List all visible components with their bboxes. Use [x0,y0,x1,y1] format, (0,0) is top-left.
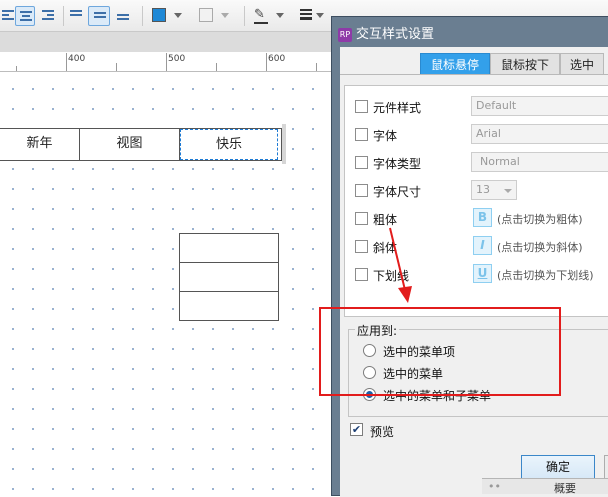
ok-button[interactable]: 确定 [521,455,595,480]
font-checkbox[interactable] [355,128,368,141]
style-properties-panel: 元件样式 Default 字体 Arial 字体类型 Normal 字体尺寸 1… [344,85,608,317]
ruler-tick [316,63,317,71]
underline-toggle-button[interactable]: U [473,264,492,283]
font-type-label: 字体类型 [373,157,422,171]
valign-bottom-button[interactable] [113,6,133,26]
chevron-down-icon [316,13,324,18]
italic-toggle-button[interactable]: I [473,236,492,255]
line-weight-button[interactable] [296,6,326,26]
widget-frame-edge [282,124,286,164]
fill-color-icon [152,8,166,22]
tab-divider [340,74,608,75]
valign-middle-button[interactable] [88,6,110,26]
underline-hint: (点击切换为下划线) [497,269,594,282]
toolbar-divider [244,6,245,26]
dialog-title: 交互样式设置 [356,27,435,42]
toolbar-divider [142,6,143,26]
outline-panel-tab[interactable]: •• 概要 [482,478,608,495]
interaction-styles-dialog: RP 交互样式设置 鼠标悬停 鼠标按下 选中 元件样式 Default 字体 Ar… [331,16,608,497]
widget-style-select[interactable]: Default [471,96,608,116]
panel-grip-icon: •• [488,480,501,493]
valign-middle-icon [94,12,106,22]
submenu-item[interactable] [179,291,279,321]
horizontal-menu-widget[interactable]: 新年 视图 快乐 [0,128,282,161]
align-left-icon [2,10,14,20]
valign-top-icon [70,10,82,20]
chevron-down-icon [504,189,512,193]
submenu-item[interactable] [179,233,279,263]
align-center-icon [20,11,32,21]
rp-app-icon: RP [338,27,352,42]
tab-hover[interactable]: 鼠标悬停 [420,53,490,75]
underline-label: 下划线 [373,269,410,283]
workspace-band [0,32,340,52]
horizontal-ruler: 400 500 600 [0,52,340,72]
valign-top-button[interactable] [66,6,86,26]
italic-checkbox[interactable] [355,240,368,253]
italic-label: 斜体 [373,241,398,255]
line-color-swatch [254,22,268,24]
font-size-label: 字体尺寸 [373,185,422,199]
line-weight-icon [300,9,312,20]
checkmark-icon: ✔ [351,423,362,436]
bold-checkbox[interactable] [355,212,368,225]
toolbar-divider [63,6,64,26]
chevron-down-icon [174,13,182,18]
valign-bottom-icon [117,14,129,24]
ruler-label: 500 [168,54,186,64]
pen-icon: ✎ [254,7,265,22]
bold-hint: (点击切换为粗体) [497,213,583,226]
ruler-label: 600 [268,54,286,64]
ruler-tick [66,53,67,71]
chevron-down-icon [276,13,284,18]
widget-style-label: 元件样式 [373,101,422,115]
font-select[interactable]: Arial [471,124,608,144]
menu-item-selected[interactable]: 快乐 [180,129,278,160]
align-center-button[interactable] [15,6,35,26]
bold-toggle-button[interactable]: B [473,208,492,227]
font-size-checkbox[interactable] [355,184,368,197]
cancel-button[interactable] [604,455,608,480]
align-left-button[interactable] [0,6,14,26]
tab-mouse-down[interactable]: 鼠标按下 [490,53,560,75]
submenu-item[interactable] [179,262,279,292]
italic-hint: (点击切换为斜体) [497,241,583,254]
ruler-label: 400 [68,54,86,64]
shadow-button[interactable] [195,6,235,26]
line-color-button[interactable]: ✎ [250,6,290,26]
ruler-tick [216,63,217,71]
widget-style-checkbox[interactable] [355,100,368,113]
bold-label: 粗体 [373,213,398,227]
chevron-down-icon [221,13,229,18]
shadow-icon [199,8,213,22]
align-right-icon [42,10,54,20]
dialog-body: 鼠标悬停 鼠标按下 选中 元件样式 Default 字体 Arial 字体类型 … [340,47,608,497]
tab-selected[interactable]: 选中 [560,53,604,75]
dialog-titlebar[interactable]: RP 交互样式设置 [338,23,434,42]
preview-label[interactable]: 预览 [370,423,394,440]
font-type-checkbox[interactable] [355,156,368,169]
underline-checkbox[interactable] [355,268,368,281]
menu-item[interactable]: 视图 [80,129,180,160]
preview-checkbox[interactable]: ✔ [350,423,363,436]
ruler-tick [166,53,167,71]
annotation-highlight-box [319,307,561,396]
align-right-button[interactable] [38,6,58,26]
menu-item[interactable]: 新年 [0,129,80,160]
ruler-tick [266,53,267,71]
fill-color-button[interactable] [148,6,188,26]
font-type-select[interactable]: Normal [471,152,608,172]
font-label: 字体 [373,129,398,143]
ruler-tick [116,63,117,71]
ruler-tick [16,66,17,71]
font-size-select[interactable]: 13 [471,180,517,200]
